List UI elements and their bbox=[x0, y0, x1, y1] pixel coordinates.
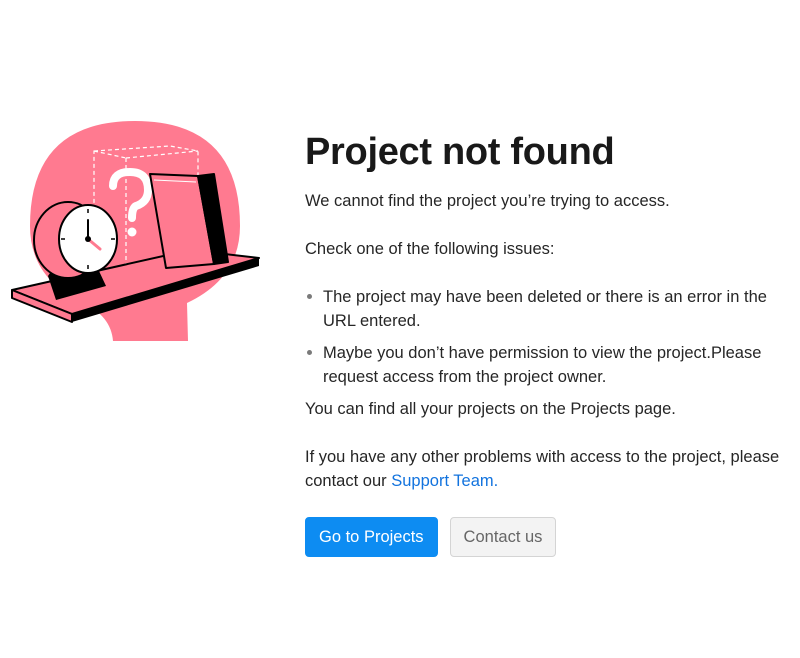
bullet-icon bbox=[307, 350, 312, 355]
projects-hint-text: You can find all your projects on the Pr… bbox=[305, 400, 676, 418]
issues-intro-text: Check one of the following issues: bbox=[305, 240, 555, 258]
contact-us-button[interactable]: Contact us bbox=[449, 517, 557, 557]
action-buttons: Go to Projects Contact us bbox=[305, 517, 795, 557]
support-paragraph: If you have any other problems with acce… bbox=[305, 445, 795, 493]
go-to-projects-button[interactable]: Go to Projects bbox=[305, 517, 438, 557]
clock-on-shelf-illustration-icon bbox=[11, 121, 260, 341]
description-text: We cannot find the project you’re trying… bbox=[305, 192, 670, 210]
issue-item: The project may have been deleted or the… bbox=[305, 285, 795, 333]
support-text: If you have any other problems with acce… bbox=[305, 448, 780, 490]
bullet-icon bbox=[307, 294, 312, 299]
issue-text: Maybe you don’t have permission to view … bbox=[323, 344, 762, 386]
issues-list: The project may have been deleted or the… bbox=[305, 285, 795, 389]
issue-item: Maybe you don’t have permission to view … bbox=[305, 341, 795, 389]
issue-text: The project may have been deleted or the… bbox=[323, 288, 767, 330]
not-found-illustration bbox=[8, 118, 264, 344]
support-team-link[interactable]: Support Team. bbox=[391, 472, 498, 490]
not-found-content: Project not found We cannot find the pro… bbox=[305, 128, 795, 557]
page-title: Project not found bbox=[305, 131, 615, 173]
